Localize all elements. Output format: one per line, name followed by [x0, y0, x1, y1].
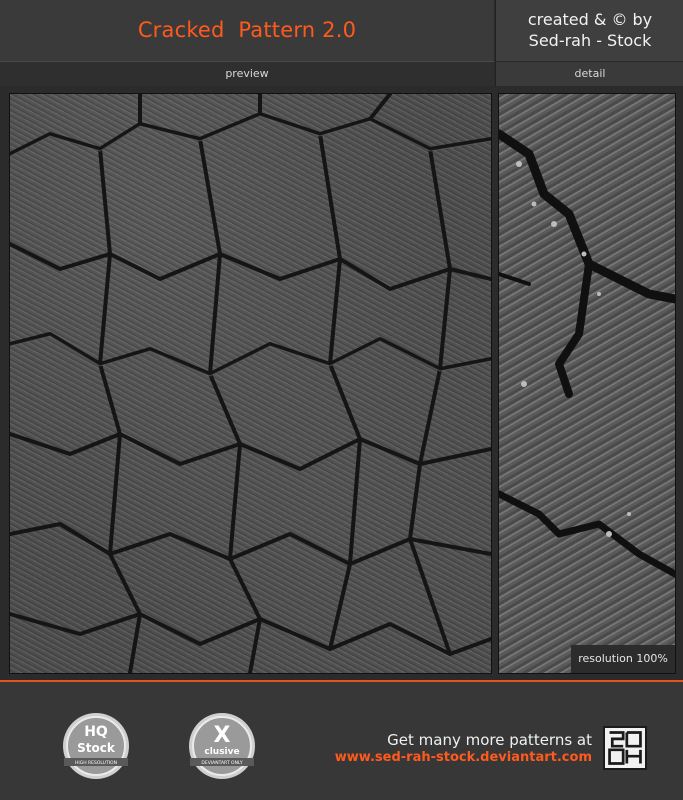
badge2-ring: DEVIANTART ONLY	[201, 760, 242, 766]
detail-crack-pattern	[499, 129, 675, 578]
header-title-panel: Cracked Pattern 2.0	[0, 0, 494, 62]
footer: HQ Stock HIGH RESOLUTION X clusive DEVIA…	[0, 682, 683, 800]
credit-panel: created & © by Sed-rah - Stock	[495, 0, 683, 61]
cta-block: Get many more patterns at www.sed-rah-st…	[300, 731, 592, 767]
badge1-ring: HIGH RESOLUTION	[75, 760, 117, 766]
credit-text: created & © by Sed-rah - Stock	[496, 9, 683, 51]
preview-crack-pattern	[10, 94, 491, 673]
badge2-main: clusive	[204, 747, 239, 757]
page-title: Cracked Pattern 2.0	[137, 18, 357, 42]
hq-stock-badge-icon: HQ Stock HIGH RESOLUTION	[63, 713, 129, 779]
badge2-top: X	[214, 723, 231, 748]
credit-line-1: created & © by	[527, 10, 653, 29]
credit-line-2: Sed-rah - Stock	[528, 31, 652, 50]
preview-image	[9, 93, 492, 674]
sed-rah-logo-icon	[603, 726, 647, 770]
badge1-top: HQ	[84, 724, 108, 740]
badge1-main: Stock	[77, 741, 116, 755]
detail-label: detail	[495, 62, 683, 86]
preview-label: preview	[0, 62, 494, 86]
cta-text: Get many more patterns at	[387, 731, 592, 749]
cta-url-link[interactable]: www.sed-rah-stock.deviantart.com	[300, 749, 592, 767]
detail-image: resolution 100%	[498, 93, 676, 674]
exclusive-badge-icon: X clusive DEVIANTART ONLY	[189, 713, 255, 779]
resolution-badge: resolution 100%	[571, 645, 675, 673]
